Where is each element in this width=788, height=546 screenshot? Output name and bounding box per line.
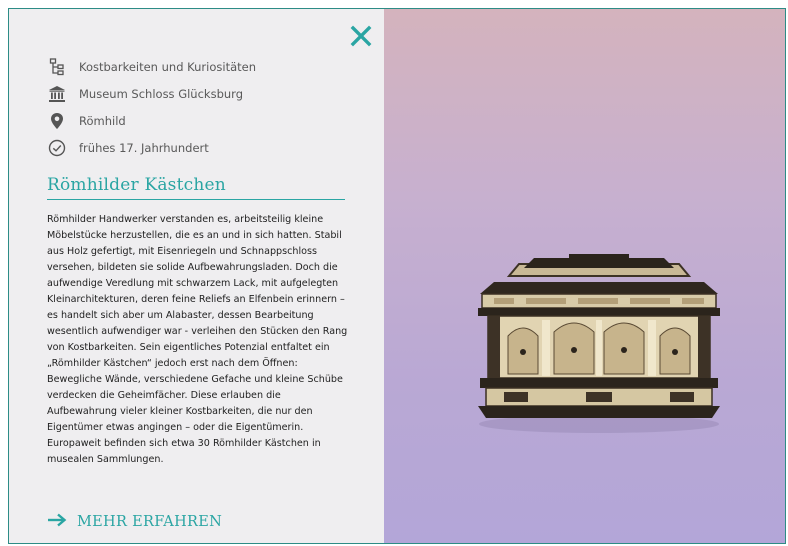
meta-category: Kostbarkeiten und Kuriositäten <box>47 53 256 80</box>
more-button[interactable]: MEHR ERFAHREN <box>47 512 222 531</box>
meta-museum-text: Museum Schloss Glücksburg <box>79 86 243 101</box>
meta-category-text: Kostbarkeiten und Kuriositäten <box>79 59 256 74</box>
metadata-list: Kostbarkeiten und Kuriositäten Museum Sc… <box>47 53 256 161</box>
meta-date-text: frühes 17. Jahrhundert <box>79 140 209 155</box>
detail-view: Kostbarkeiten und Kuriositäten Museum Sc… <box>8 8 786 544</box>
info-panel: Kostbarkeiten und Kuriositäten Museum Sc… <box>9 9 384 543</box>
object-title: Römhilder Kästchen <box>47 175 345 200</box>
meta-museum: Museum Schloss Glücksburg <box>47 80 256 107</box>
more-button-label: MEHR ERFAHREN <box>77 513 223 530</box>
object-description: Römhilder Handwerker verstanden es, arbe… <box>47 214 348 465</box>
casket-image <box>478 254 720 433</box>
object-image-area <box>384 9 785 543</box>
check-circle-icon <box>47 138 67 158</box>
museum-icon <box>47 84 67 104</box>
arrow-right-icon <box>47 512 67 531</box>
category-icon <box>47 57 67 77</box>
location-pin-icon <box>47 111 67 131</box>
close-icon[interactable] <box>348 23 374 49</box>
meta-date: frühes 17. Jahrhundert <box>47 134 256 161</box>
meta-location-text: Römhild <box>79 113 126 128</box>
meta-location: Römhild <box>47 107 256 134</box>
